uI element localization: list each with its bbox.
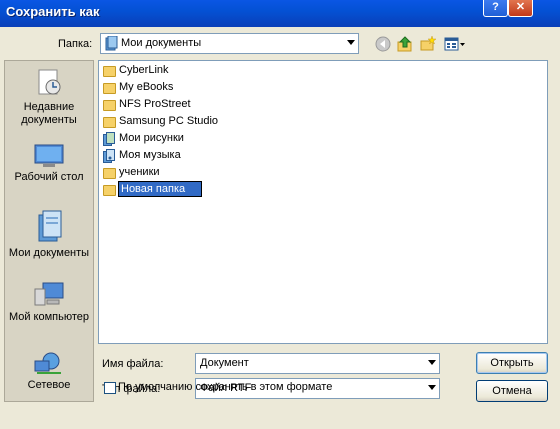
pictures-folder-icon — [103, 132, 115, 146]
chevron-down-icon[interactable] — [428, 360, 436, 365]
list-item-label: CyberLink — [119, 64, 169, 76]
rename-field[interactable]: Новая папка — [118, 181, 202, 197]
list-item-label: Моя музыка — [119, 149, 181, 161]
places-bar: Недавние документы Рабочий стол Мои доку… — [4, 60, 94, 402]
filename-value: Документ — [200, 357, 249, 369]
desktop-icon — [34, 144, 64, 167]
list-item-label: Мои рисунки — [119, 132, 184, 144]
cancel-button[interactable]: Отмена — [476, 380, 548, 402]
folder-icon — [103, 100, 116, 111]
help-button[interactable]: ? — [483, 0, 508, 17]
chevron-down-icon[interactable] — [347, 40, 355, 45]
window-title: Сохранить как — [6, 4, 100, 19]
chevron-down-icon[interactable] — [428, 385, 436, 390]
place-label: Рабочий стол — [14, 171, 84, 183]
close-button[interactable]: ✕ — [508, 0, 533, 17]
folder-icon — [103, 66, 116, 77]
place-label: Недавние документы — [21, 101, 77, 126]
folder-icon — [103, 117, 116, 128]
new-folder-icon[interactable] — [420, 36, 436, 52]
place-my-computer[interactable]: Мой компьютер — [5, 281, 93, 324]
folder-icon — [103, 83, 116, 94]
location-combo[interactable]: Мои документы — [100, 33, 359, 54]
my-computer-icon — [34, 282, 64, 306]
back-icon[interactable] — [375, 36, 391, 52]
default-format-checkbox[interactable] — [104, 382, 116, 394]
list-item-label: Samsung PC Studio — [119, 115, 219, 127]
place-my-documents[interactable]: Мои документы — [5, 209, 93, 260]
up-folder-icon[interactable] — [397, 36, 413, 52]
network-places-icon — [34, 352, 61, 374]
default-format-label: По умолчанию сохранять в этом формате — [118, 381, 333, 393]
location-label: Папка: — [58, 38, 93, 50]
music-folder-icon — [103, 149, 115, 163]
file-list[interactable]: CyberLink My eBooks NFS ProStreet Samsun… — [98, 60, 548, 344]
filename-label: Имя файла: — [102, 358, 164, 370]
place-label: Сетевое — [27, 379, 71, 391]
open-button[interactable]: Открыть — [476, 352, 548, 374]
folder-icon — [103, 168, 116, 179]
my-documents-icon — [105, 36, 118, 51]
place-label: Мои документы — [8, 247, 90, 259]
title-bar: Сохранить как ? ✕ — [0, 0, 560, 27]
list-item-label: My eBooks — [119, 81, 174, 93]
views-menu-icon[interactable] — [444, 36, 466, 52]
my-documents-icon — [38, 210, 62, 242]
location-value: Мои документы — [121, 37, 202, 49]
list-item-label: NFS ProStreet — [119, 98, 191, 110]
filename-input[interactable]: Документ — [195, 353, 440, 374]
place-network[interactable]: Сетевое — [5, 351, 93, 392]
place-label: Мой компьютер — [8, 311, 90, 323]
place-desktop[interactable]: Рабочий стол — [5, 143, 93, 184]
list-item-label: ученики — [119, 166, 160, 178]
place-recent-documents[interactable]: Недавние документы — [5, 67, 93, 127]
folder-icon — [103, 185, 116, 196]
recent-documents-icon — [38, 69, 61, 95]
